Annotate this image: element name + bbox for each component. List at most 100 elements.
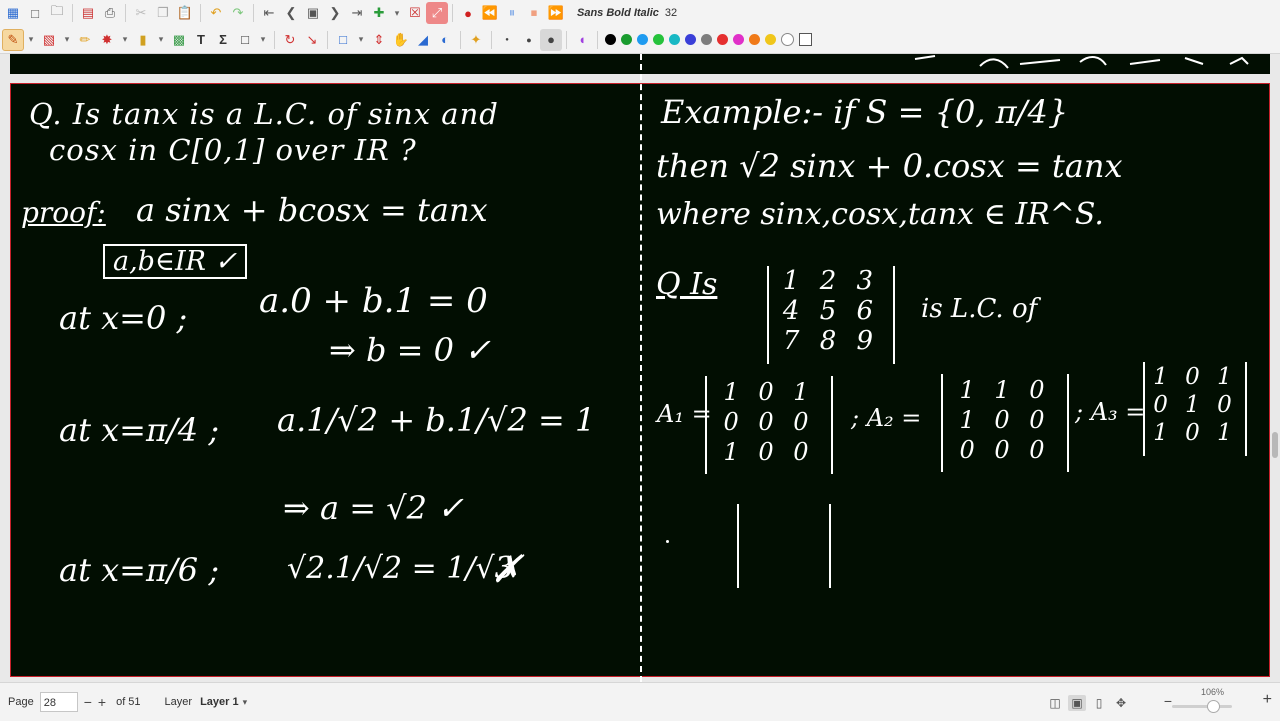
color-swatch[interactable] [636, 34, 648, 45]
color-swatch[interactable] [700, 34, 712, 45]
goto-page-icon[interactable]: ▣ [302, 2, 324, 24]
page-decrement-button[interactable]: − [84, 694, 92, 710]
previous-page-icon[interactable]: ❮ [280, 2, 302, 24]
color-swatch[interactable] [652, 34, 664, 45]
chevron-down-icon[interactable]: ▾ [243, 697, 248, 708]
matrix-a3-row: 1 0 1 [1153, 364, 1237, 390]
color-swatch[interactable] [798, 33, 812, 46]
single-page-view-icon[interactable]: ▯ [1090, 695, 1108, 711]
rotate-icon[interactable]: ↻ [279, 29, 301, 51]
at-x-pi6-equation: √2.1/√2 = 1/√3 [287, 551, 514, 586]
chevron-down-icon[interactable]: ▾ [390, 2, 404, 24]
zoom-level: 106% [1200, 687, 1224, 697]
fullscreen-icon[interactable]: ⤢ [426, 2, 448, 24]
stamp-icon[interactable]: ▮ [132, 29, 154, 51]
next-page-icon[interactable]: ❯ [324, 2, 346, 24]
compass-icon[interactable]: ◐ [434, 29, 456, 51]
chevron-down-icon[interactable]: ▾ [354, 29, 368, 51]
image-icon[interactable]: ▩ [168, 29, 190, 51]
color-swatch[interactable] [764, 34, 776, 45]
thick-stroke-icon[interactable]: ● [540, 28, 562, 51]
zoom-in-button[interactable]: + [1263, 691, 1272, 709]
color-swatch[interactable] [732, 34, 744, 45]
page-number-input[interactable]: 28 [39, 692, 78, 712]
shape-icon[interactable]: □ [234, 29, 256, 51]
a1-label: A₁ = [657, 400, 712, 428]
text-tool-icon[interactable]: T [190, 29, 212, 51]
matrix-a1-row: 0 0 0 [723, 408, 815, 436]
color-swatch[interactable] [604, 34, 616, 45]
page-increment-button[interactable]: + [98, 694, 106, 710]
rewind-icon[interactable]: ⏪ [479, 2, 501, 24]
at-x-pi4-label: at x=π/4 ; [59, 411, 220, 449]
layer-label: Layer [164, 696, 193, 708]
hand-tool-icon[interactable]: ✋ [390, 29, 412, 51]
chevron-down-icon[interactable]: ▾ [256, 29, 270, 51]
fast-forward-icon[interactable]: ⏩ [545, 2, 567, 24]
rectangle-select-icon[interactable]: □ [332, 29, 354, 51]
zoom-slider[interactable] [1172, 705, 1232, 708]
new-page-icon[interactable]: □ [24, 2, 46, 24]
matrix-main-row: 7 8 9 [782, 326, 880, 356]
matrix-a3: 1 0 1 0 1 0 1 0 1 [1143, 362, 1247, 456]
chevron-down-icon[interactable]: ▾ [154, 29, 168, 51]
cut-icon[interactable]: ✂ [130, 2, 152, 24]
pause-icon[interactable]: ⏸ [501, 2, 523, 24]
color-swatch[interactable] [684, 34, 696, 45]
main-toolbar: ▦ □ 🗀 ▤ ⎙ ✂ ❐ 📋 ↶ ↷ ⇤ ❮ ▣ ❯ ⇥ ✚ ▾ ☒ ⤢ ● … [0, 0, 1280, 26]
setsquare-icon[interactable]: ◢ [412, 29, 434, 51]
save-icon[interactable]: ▦ [2, 2, 24, 24]
layer-selector[interactable]: Layer 1 [200, 696, 239, 708]
delete-page-icon[interactable]: ☒ [404, 2, 426, 24]
zoom-slider-handle[interactable] [1207, 700, 1220, 713]
zoom-out-button[interactable]: − [1164, 693, 1172, 709]
eraser-icon[interactable]: ▧ [38, 29, 60, 51]
at-x-zero-label: at x=0 ; [59, 299, 188, 337]
formula-icon[interactable]: Σ [212, 29, 234, 51]
lasso-icon[interactable]: ◖ [571, 29, 593, 51]
chevron-down-icon[interactable]: ▾ [118, 29, 132, 51]
magic-wand-icon[interactable]: ✦ [465, 29, 487, 51]
color-swatch[interactable] [668, 34, 680, 45]
color-swatch[interactable] [620, 34, 632, 45]
matrix-a1-row: 1 0 1 [723, 378, 815, 406]
add-page-icon[interactable]: ✚ [368, 2, 390, 24]
canvas-area[interactable]: Q. Is tanx is a L.C. of sinx and cosx in… [0, 54, 1280, 682]
pen-tool-icon[interactable]: ✎ [2, 28, 24, 51]
font-size-selector[interactable]: 32 [665, 7, 677, 19]
medium-stroke-icon[interactable]: ● [518, 29, 540, 51]
color-swatch[interactable] [780, 33, 794, 46]
fit-page-icon[interactable]: ✥ [1112, 695, 1130, 711]
select-tool-icon[interactable]: ✸ [96, 29, 118, 51]
where-line: where sinx,cosx,tanx ∈ IR^S. [656, 197, 1104, 232]
stop-icon[interactable]: ⏹ [523, 2, 545, 24]
first-page-icon[interactable]: ⇤ [258, 2, 280, 24]
at-x-zero-equation: a.0 + b.1 = 0 [259, 281, 488, 321]
vertical-space-icon[interactable]: ⇕ [368, 29, 390, 51]
color-swatch[interactable] [716, 34, 728, 45]
two-page-view-icon[interactable]: ◫ [1046, 695, 1064, 711]
redo-icon[interactable]: ↷ [227, 2, 249, 24]
matrix-a3-row: 1 0 1 [1153, 420, 1237, 446]
ruler-icon[interactable]: ↘ [301, 29, 323, 51]
example-line: Example:- if S = {0, π/4} [661, 93, 1069, 131]
color-palette [602, 33, 814, 46]
chevron-down-icon[interactable]: ▾ [60, 29, 74, 51]
chevron-down-icon[interactable]: ▾ [24, 29, 38, 51]
matrix-a2-row: 1 1 0 [959, 376, 1051, 404]
undo-icon[interactable]: ↶ [205, 2, 227, 24]
is-lc-of-label: is L.C. of [921, 294, 1038, 324]
color-swatch[interactable] [748, 34, 760, 45]
thin-stroke-icon[interactable]: ● [496, 29, 518, 51]
paste-icon[interactable]: 📋 [174, 2, 196, 24]
last-page-icon[interactable]: ⇥ [346, 2, 368, 24]
highlighter-icon[interactable]: ✏ [74, 29, 96, 51]
font-name-selector[interactable]: Sans Bold Italic [577, 7, 659, 19]
print-icon[interactable]: ⎙ [99, 2, 121, 24]
copy-icon[interactable]: ❐ [152, 2, 174, 24]
presentation-view-icon[interactable]: ▣ [1068, 695, 1086, 711]
record-icon[interactable]: ● [457, 2, 479, 24]
vertical-scrollbar[interactable] [1272, 432, 1278, 458]
export-pdf-icon[interactable]: ▤ [77, 2, 99, 24]
open-folder-icon[interactable]: 🗀 [46, 2, 68, 24]
